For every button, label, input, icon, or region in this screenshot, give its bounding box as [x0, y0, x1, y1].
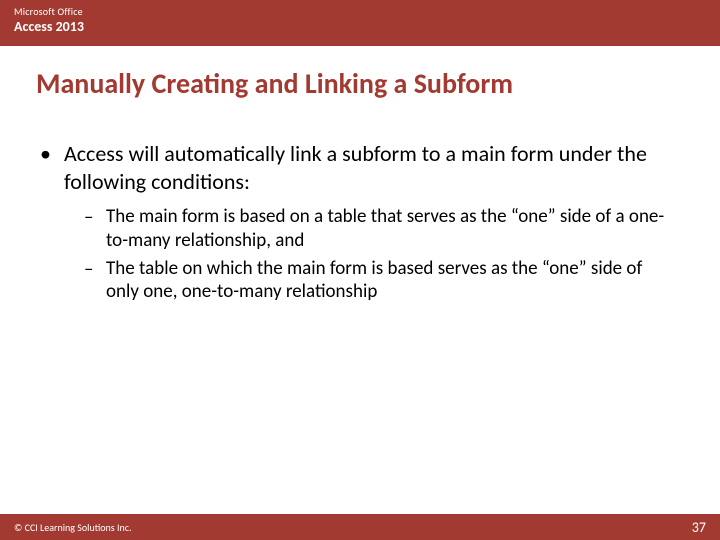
sub-bullet-marker: –	[84, 205, 106, 230]
bullet-item: • Access will automatically link a subfo…	[36, 140, 676, 195]
footer-copyright: © CCI Learning Solutions Inc.	[14, 521, 132, 534]
slide-title: Manually Creating and Linking a Subform	[36, 66, 684, 101]
bullet-text: Access will automatically link a subform…	[64, 140, 676, 195]
sub-bullet-text: The table on which the main form is base…	[106, 257, 676, 305]
footer-band: © CCI Learning Solutions Inc. 37	[0, 514, 720, 540]
sub-bullet-item: – The table on which the main form is ba…	[84, 257, 676, 305]
sub-bullet-text: The main form is based on a table that s…	[106, 205, 676, 253]
sub-bullet-list: – The main form is based on a table that…	[84, 205, 676, 304]
slide: Microsoft Office Access 2013 Manually Cr…	[0, 0, 720, 540]
header-large-text: Access 2013	[14, 18, 706, 35]
slide-body: • Access will automatically link a subfo…	[36, 140, 676, 308]
page-number: 37	[692, 519, 706, 536]
sub-bullet-item: – The main form is based on a table that…	[84, 205, 676, 253]
header-small-text: Microsoft Office	[14, 5, 706, 18]
header-band: Microsoft Office Access 2013	[0, 0, 720, 46]
sub-bullet-marker: –	[84, 257, 106, 282]
bullet-marker: •	[36, 140, 64, 168]
